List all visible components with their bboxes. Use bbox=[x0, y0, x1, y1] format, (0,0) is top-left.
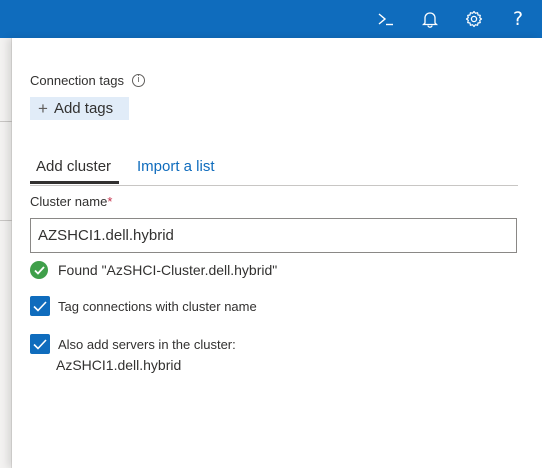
checkmark-icon bbox=[33, 338, 47, 350]
cloud-shell-button[interactable] bbox=[367, 0, 405, 38]
add-tags-label: Add tags bbox=[53, 100, 114, 117]
cluster-found-status: Found "AzSHCI-Cluster.dell.hybrid" bbox=[30, 260, 277, 280]
background-divider bbox=[0, 121, 12, 122]
server-list-item: AzSHCI1.dell.hybrid bbox=[56, 357, 182, 373]
add-servers-checkbox[interactable] bbox=[30, 334, 50, 354]
selected-tab-indicator bbox=[30, 181, 119, 184]
add-tags-button[interactable]: + Add tags bbox=[30, 97, 129, 120]
gear-icon bbox=[465, 10, 483, 28]
settings-button[interactable] bbox=[455, 0, 493, 38]
cluster-name-label-text: Cluster name bbox=[30, 194, 108, 209]
plus-icon: + bbox=[38, 99, 48, 118]
background-page bbox=[0, 38, 12, 468]
connection-tags-label: Connection tags bbox=[30, 73, 124, 88]
terminal-icon bbox=[378, 13, 393, 26]
cluster-name-label: Cluster name* bbox=[30, 194, 112, 209]
tag-connections-label: Tag connections with cluster name bbox=[58, 299, 257, 314]
tag-connections-checkbox[interactable] bbox=[30, 296, 50, 316]
tab-import-a-list[interactable]: Import a list bbox=[137, 158, 215, 175]
help-icon: ? bbox=[512, 8, 524, 30]
tab-bar: Add cluster Import a list bbox=[30, 156, 518, 186]
cluster-name-input[interactable] bbox=[30, 218, 517, 253]
checkmark-icon bbox=[33, 300, 47, 312]
tab-add-cluster[interactable]: Add cluster bbox=[36, 158, 111, 175]
success-check-icon bbox=[30, 261, 48, 279]
bell-icon bbox=[422, 11, 438, 28]
required-marker: * bbox=[107, 194, 113, 209]
add-servers-label: Also add servers in the cluster: bbox=[58, 337, 236, 352]
top-bar: ? bbox=[0, 0, 542, 38]
found-message: Found "AzSHCI-Cluster.dell.hybrid" bbox=[58, 262, 278, 278]
add-connection-panel: Connection tags i + Add tags Add cluster… bbox=[12, 38, 542, 468]
help-button[interactable]: ? bbox=[499, 0, 537, 38]
notifications-button[interactable] bbox=[411, 0, 449, 38]
info-icon[interactable]: i bbox=[132, 74, 145, 87]
background-divider bbox=[0, 220, 12, 221]
